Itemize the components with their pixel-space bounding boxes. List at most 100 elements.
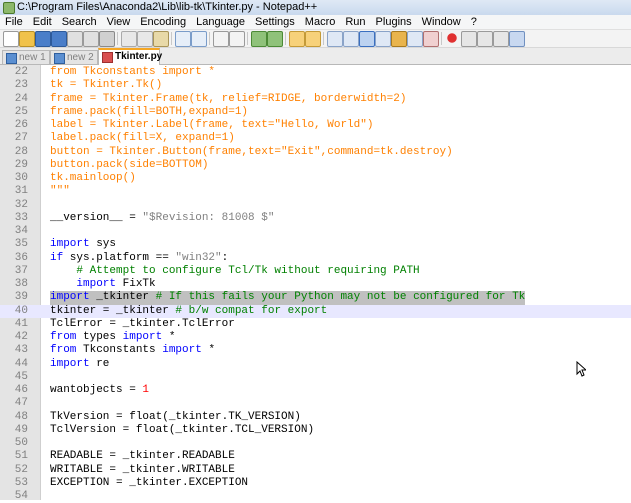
line-number: 46 bbox=[14, 384, 28, 396]
stop-macro-icon[interactable] bbox=[461, 31, 477, 47]
code-line[interactable]: 50 bbox=[0, 437, 631, 450]
toolbar-separator bbox=[209, 32, 210, 45]
copy-icon[interactable] bbox=[137, 31, 153, 47]
play-macro-icon[interactable] bbox=[477, 31, 493, 47]
save-macro-icon[interactable] bbox=[509, 31, 525, 47]
tab-label: Tkinter.py bbox=[115, 51, 163, 62]
word-wrap-icon[interactable] bbox=[327, 31, 343, 47]
record-macro-icon[interactable] bbox=[445, 31, 459, 45]
sync-vertical-icon[interactable] bbox=[289, 31, 305, 47]
tab-tkinter-py[interactable]: Tkinter.py bbox=[98, 48, 163, 65]
code-line[interactable]: 35 import sys bbox=[0, 238, 631, 251]
tab-new-2[interactable]: new 2 bbox=[50, 50, 98, 64]
line-code: TkVersion = float(_tkinter.TK_VERSION) bbox=[50, 410, 301, 423]
code-line[interactable]: 54 bbox=[0, 490, 631, 503]
code-line[interactable]: 31 """ bbox=[0, 185, 631, 198]
code-line[interactable]: 30 tk.mainloop() bbox=[0, 172, 631, 185]
cut-icon[interactable] bbox=[121, 31, 137, 47]
menu-macro[interactable]: Macro bbox=[300, 15, 341, 29]
folder-workspace-icon[interactable] bbox=[423, 31, 439, 47]
code-line[interactable]: 36 if sys.platform == "win32": bbox=[0, 252, 631, 265]
window-title: C:\Program Files\Anaconda2\Lib\lib-tk\Tk… bbox=[17, 1, 318, 13]
code-line[interactable]: 51 READABLE = _tkinter.READABLE bbox=[0, 450, 631, 463]
code-line[interactable]: 44 import re bbox=[0, 358, 631, 371]
line-number: 51 bbox=[14, 450, 28, 463]
menu-help[interactable]: ? bbox=[466, 15, 482, 29]
save-all-icon[interactable] bbox=[51, 31, 67, 47]
paste-icon[interactable] bbox=[153, 31, 169, 47]
code-line[interactable]: 48 TkVersion = float(_tkinter.TK_VERSION) bbox=[0, 411, 631, 424]
doc-map-icon[interactable] bbox=[391, 31, 407, 47]
sync-horizontal-icon[interactable] bbox=[305, 31, 321, 47]
save-icon[interactable] bbox=[35, 31, 51, 47]
menu-window[interactable]: Window bbox=[417, 15, 466, 29]
zoom-out-icon[interactable] bbox=[267, 31, 283, 47]
menu-encoding[interactable]: Encoding bbox=[135, 15, 191, 29]
code-line[interactable]: 26 label = Tkinter.Label(frame, text="Hel… bbox=[0, 119, 631, 132]
code-line[interactable]: 39 import _tkinter # If this fails your P… bbox=[0, 291, 631, 305]
code-line[interactable]: 37 # Attempt to configure Tcl/Tk without… bbox=[0, 265, 631, 278]
code-line[interactable]: 45 bbox=[0, 371, 631, 384]
code-line[interactable]: 46 wantobjects = 1 bbox=[0, 384, 631, 397]
close-icon[interactable] bbox=[67, 31, 83, 47]
code-line[interactable]: 23 tk = Tkinter.Tk() bbox=[0, 79, 631, 92]
line-code: from types import * bbox=[50, 331, 176, 343]
editor-area[interactable]: 22 from Tkconstants import * 23 tk = Tkinte… bbox=[0, 65, 631, 503]
line-number: 25 bbox=[14, 105, 28, 118]
code-line[interactable]: 27 label.pack(fill=X, expand=1) bbox=[0, 132, 631, 145]
code-line[interactable]: 53 EXCEPTION = _tkinter.EXCEPTION bbox=[0, 477, 631, 490]
find-icon[interactable] bbox=[213, 31, 229, 47]
menu-settings[interactable]: Settings bbox=[250, 15, 300, 29]
mouse-pointer-icon bbox=[576, 361, 586, 377]
tab-label: new 2 bbox=[67, 52, 94, 63]
line-number: 44 bbox=[14, 357, 28, 370]
toolbar-separator bbox=[117, 32, 118, 45]
code-line[interactable]: 49 TclVersion = float(_tkinter.TCL_VERSIO… bbox=[0, 424, 631, 437]
code-line[interactable]: 22 from Tkconstants import * bbox=[0, 66, 631, 79]
code-line[interactable]: 52 WRITABLE = _tkinter.WRITABLE bbox=[0, 464, 631, 477]
new-file-icon[interactable] bbox=[3, 31, 19, 47]
code-line[interactable]: 32 bbox=[0, 199, 631, 212]
open-file-icon[interactable] bbox=[19, 31, 35, 47]
code-line[interactable]: 33 __version__ = "$Revision: 81008 $" bbox=[0, 212, 631, 225]
menu-plugins[interactable]: Plugins bbox=[371, 15, 417, 29]
menu-file[interactable]: File bbox=[0, 15, 28, 29]
code-line[interactable]: 43 from Tkconstants import * bbox=[0, 344, 631, 357]
show-all-chars-icon[interactable] bbox=[343, 31, 359, 47]
line-code: import re bbox=[50, 357, 110, 370]
print-icon[interactable] bbox=[99, 31, 115, 47]
code-line[interactable]: 25 frame.pack(fill=BOTH,expand=1) bbox=[0, 106, 631, 119]
file-tab-icon bbox=[54, 53, 65, 64]
udl-icon[interactable] bbox=[375, 31, 391, 47]
code-line[interactable]: 24 frame = Tkinter.Frame(tk, relief=RIDGE… bbox=[0, 93, 631, 106]
line-number: 41 bbox=[14, 317, 28, 330]
zoom-in-icon[interactable] bbox=[251, 31, 267, 47]
indent-guide-icon[interactable] bbox=[359, 31, 375, 47]
code-line[interactable]: 40 tkinter = _tkinter # b/w compat for ex… bbox=[0, 304, 631, 318]
menu-search[interactable]: Search bbox=[57, 15, 102, 29]
code-line[interactable]: 42 from types import * bbox=[0, 331, 631, 344]
code-line[interactable]: 29 button.pack(side=BOTTOM) bbox=[0, 159, 631, 172]
code-lines: 22 from Tkconstants import * 23 tk = Tkinte… bbox=[0, 66, 631, 503]
line-code: button = Tkinter.Button(frame,text="Exit… bbox=[50, 145, 453, 158]
menu-run[interactable]: Run bbox=[340, 15, 370, 29]
code-line[interactable]: 38 import FixTk bbox=[0, 278, 631, 291]
redo-icon[interactable] bbox=[191, 31, 207, 47]
function-list-icon[interactable] bbox=[407, 31, 423, 47]
tab-new-1[interactable]: new 1 bbox=[2, 50, 50, 64]
line-number: 38 bbox=[14, 278, 28, 290]
replace-icon[interactable] bbox=[229, 31, 245, 47]
toolbar-separator bbox=[247, 32, 248, 45]
menu-edit[interactable]: Edit bbox=[28, 15, 57, 29]
play-multiple-macro-icon[interactable] bbox=[493, 31, 509, 47]
menu-view[interactable]: View bbox=[102, 15, 136, 29]
code-line[interactable]: 41 TclError = _tkinter.TclError bbox=[0, 318, 631, 331]
code-line[interactable]: 28 button = Tkinter.Button(frame,text="Ex… bbox=[0, 146, 631, 159]
file-tab-icon bbox=[6, 53, 17, 64]
close-all-icon[interactable] bbox=[83, 31, 99, 47]
line-number: 26 bbox=[14, 119, 28, 131]
code-line[interactable]: 34 bbox=[0, 225, 631, 238]
undo-icon[interactable] bbox=[175, 31, 191, 47]
code-line[interactable]: 47 bbox=[0, 397, 631, 410]
menu-language[interactable]: Language bbox=[191, 15, 250, 29]
